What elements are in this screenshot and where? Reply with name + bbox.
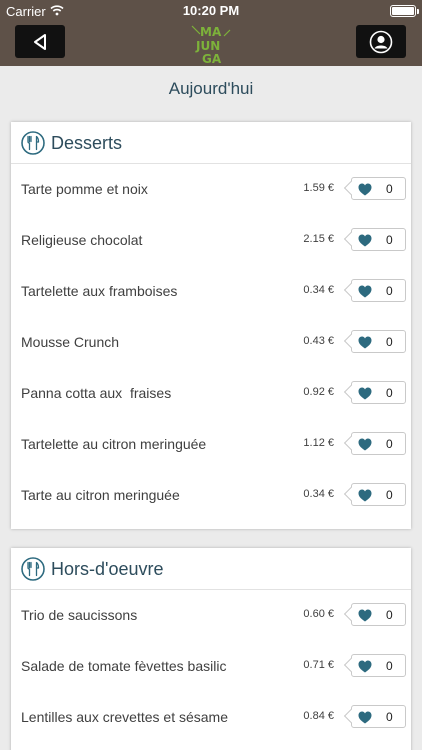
item-price: 0.60 € xyxy=(303,608,334,620)
menu-item[interactable]: Tarte au citron meringuée 0.34 € 0 xyxy=(11,470,411,521)
item-name: Salade de tomate fèvettes basilic xyxy=(21,658,227,674)
menu-item[interactable]: Religieuse chocolat 2.15 € 0 xyxy=(11,215,411,266)
section-header: Desserts xyxy=(11,122,411,164)
back-arrow-icon xyxy=(34,33,46,50)
heart-icon xyxy=(358,336,372,349)
heart-icon xyxy=(358,438,372,451)
status-time: 10:20 PM xyxy=(182,3,240,18)
page-title: Aujourd'hui xyxy=(168,79,254,98)
heart-icon xyxy=(358,285,372,298)
item-name: Trio de saucissons xyxy=(21,607,138,623)
item-name: Tarte au citron meringuée xyxy=(21,487,180,503)
item-name: Religieuse chocolat xyxy=(21,232,143,248)
like-count: 0 xyxy=(386,659,393,673)
like-button[interactable]: 0 xyxy=(343,654,406,677)
section-header: Hors-d'oeuvre xyxy=(11,548,411,590)
svg-text:JUN: JUN xyxy=(195,39,220,53)
item-price: 1.59 € xyxy=(303,182,334,194)
like-count: 0 xyxy=(386,710,393,724)
like-button[interactable]: 0 xyxy=(343,177,406,200)
menu-item[interactable]: Tarte pomme et noix 1.59 € 0 xyxy=(11,164,411,215)
item-name: Mousse Crunch xyxy=(21,334,120,350)
section-card-desserts: Desserts Tarte pomme et noix 1.59 € 0 Re… xyxy=(11,122,411,529)
cutlery-icon xyxy=(21,557,45,581)
item-price: 0.34 € xyxy=(303,284,334,296)
heart-icon xyxy=(358,609,372,622)
battery-icon xyxy=(390,5,419,17)
menu-item[interactable]: Lentilles aux crevettes et sésame 0.84 €… xyxy=(11,692,411,743)
menu-item[interactable]: Tartelette au citron meringuée 1.12 € 0 xyxy=(11,419,411,470)
like-button[interactable]: 0 xyxy=(343,603,406,626)
menu-item[interactable]: Mousse Crunch 0.43 € 0 xyxy=(11,317,411,368)
like-count: 0 xyxy=(386,233,393,247)
item-name: Tartelette au citron meringuée xyxy=(21,436,207,452)
majunga-logo: MA JUN GA xyxy=(191,25,231,66)
section-card-hors-doeuvre: Hors-d'oeuvre Trio de saucissons 0.60 € … xyxy=(11,548,411,750)
heart-icon xyxy=(358,711,372,724)
menu-item[interactable]: Tartelette aux framboises 0.34 € 0 xyxy=(11,266,411,317)
user-profile-icon xyxy=(369,30,393,53)
svg-text:GA: GA xyxy=(202,52,222,66)
item-name: Tarte pomme et noix xyxy=(21,181,148,197)
heart-icon xyxy=(358,489,372,502)
heart-icon xyxy=(358,387,372,400)
item-price: 0.92 € xyxy=(303,386,334,398)
like-count: 0 xyxy=(386,182,393,196)
item-price: 0.71 € xyxy=(303,659,334,671)
like-count: 0 xyxy=(386,335,393,349)
like-button[interactable]: 0 xyxy=(343,279,406,302)
profile-button[interactable] xyxy=(356,25,406,58)
svg-text:MA: MA xyxy=(200,25,222,39)
cutlery-icon xyxy=(21,131,45,155)
like-count: 0 xyxy=(386,284,393,298)
item-price: 2.15 € xyxy=(303,233,334,245)
like-count: 0 xyxy=(386,488,393,502)
like-button[interactable]: 0 xyxy=(343,330,406,353)
item-price: 0.84 € xyxy=(303,710,334,722)
heart-icon xyxy=(358,660,372,673)
like-button[interactable]: 0 xyxy=(343,381,406,404)
navigation-bar: Carrier 10:20 PM MA JUN GA xyxy=(0,0,422,66)
heart-icon xyxy=(358,234,372,247)
item-name: Lentilles aux crevettes et sésame xyxy=(21,709,228,725)
like-button[interactable]: 0 xyxy=(343,705,406,728)
like-count: 0 xyxy=(386,437,393,451)
like-count: 0 xyxy=(386,608,393,622)
menu-item[interactable]: Salade de tomate fèvettes basilic 0.71 €… xyxy=(11,641,411,692)
item-price: 1.12 € xyxy=(303,437,334,449)
like-button[interactable]: 0 xyxy=(343,483,406,506)
like-button[interactable]: 0 xyxy=(343,228,406,251)
menu-item[interactable]: Trio de saucissons 0.60 € 0 xyxy=(11,590,411,641)
menu-item[interactable]: Panna cotta aux fraises 0.92 € 0 xyxy=(11,368,411,419)
like-button[interactable]: 0 xyxy=(343,432,406,455)
item-price: 0.34 € xyxy=(303,488,334,500)
section-title: Desserts xyxy=(51,133,123,153)
back-button[interactable] xyxy=(15,25,65,58)
like-count: 0 xyxy=(386,386,393,400)
heart-icon xyxy=(358,183,372,196)
item-price: 0.43 € xyxy=(303,335,334,347)
status-bar: Carrier 10:20 PM xyxy=(0,0,422,22)
section-title: Hors-d'oeuvre xyxy=(51,559,164,579)
item-name: Tartelette aux framboises xyxy=(21,283,178,299)
item-name: Panna cotta aux fraises xyxy=(21,385,172,401)
